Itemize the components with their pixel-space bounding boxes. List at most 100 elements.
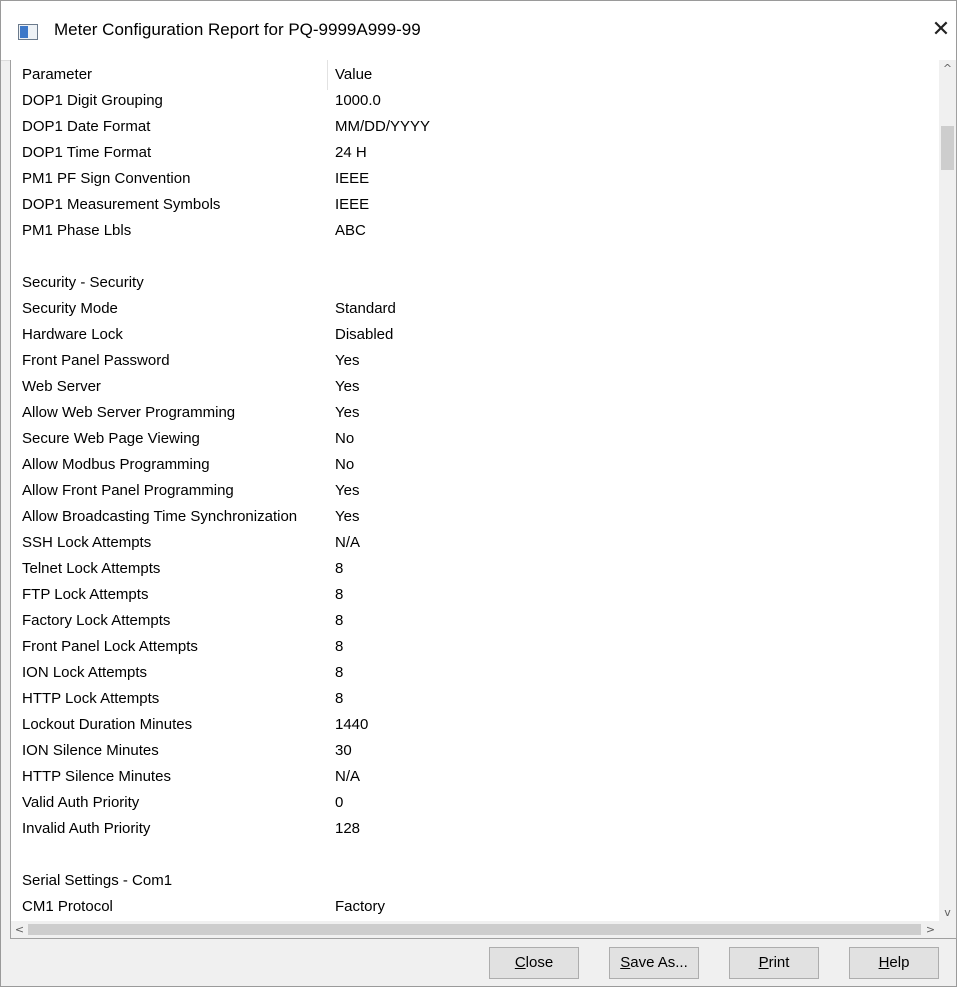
- table-row[interactable]: HTTP Lock Attempts 8: [11, 686, 939, 712]
- table-row[interactable]: Invalid Auth Priority 128: [11, 816, 939, 842]
- parameter-cell: Allow Broadcasting Time Synchronization: [22, 508, 298, 525]
- print-button-label: rint: [768, 954, 790, 971]
- report-dialog: Meter Configuration Report for PQ-9999A9…: [0, 0, 957, 987]
- parameter-cell: Allow Modbus Programming: [22, 456, 210, 473]
- value-cell: Yes: [335, 352, 360, 369]
- horizontal-scrollbar[interactable]: < >: [11, 921, 939, 938]
- table-row[interactable]: Serial Settings - Com1: [11, 868, 939, 894]
- table-row[interactable]: [11, 244, 939, 270]
- parameter-cell: Serial Settings - Com1: [22, 872, 173, 889]
- table-row[interactable]: Allow Front Panel Programming Yes: [11, 478, 939, 504]
- table-row[interactable]: Hardware Lock Disabled: [11, 322, 939, 348]
- table-row[interactable]: CM1 Protocol Factory: [11, 894, 939, 920]
- table-row[interactable]: DOP1 Time Format 24 H: [11, 140, 939, 166]
- parameter-cell: Telnet Lock Attempts: [22, 560, 161, 577]
- parameter-cell: DOP1 Digit Grouping: [22, 92, 163, 109]
- table-row[interactable]: ION Silence Minutes 30: [11, 738, 939, 764]
- parameter-cell: Invalid Auth Priority: [22, 820, 151, 837]
- print-button-mnemonic: P: [758, 954, 769, 971]
- parameter-cell: ION Silence Minutes: [22, 742, 159, 759]
- value-cell: 8: [335, 690, 344, 707]
- parameter-cell: Lockout Duration Minutes: [22, 716, 193, 733]
- scroll-left-icon[interactable]: <: [11, 921, 28, 938]
- table-row[interactable]: Allow Web Server Programming Yes: [11, 400, 939, 426]
- value-cell: Yes: [335, 508, 360, 525]
- table-row[interactable]: Web Server Yes: [11, 374, 939, 400]
- parameter-cell: Security - Security: [22, 274, 144, 291]
- column-header-value[interactable]: Value: [335, 62, 372, 88]
- parameter-cell: FTP Lock Attempts: [22, 586, 149, 603]
- help-button[interactable]: Help: [849, 947, 939, 979]
- title-bar[interactable]: Meter Configuration Report for PQ-9999A9…: [1, 1, 956, 61]
- table-row[interactable]: FTP Lock Attempts 8: [11, 582, 939, 608]
- table-row[interactable]: PM1 PF Sign Convention IEEE: [11, 166, 939, 192]
- value-cell: Factory: [335, 898, 386, 915]
- close-button[interactable]: Close: [489, 947, 579, 979]
- value-cell: N/A: [335, 534, 361, 551]
- table-row[interactable]: Factory Lock Attempts 8: [11, 608, 939, 634]
- value-cell: IEEE: [335, 196, 370, 213]
- column-divider[interactable]: [327, 60, 328, 90]
- help-button-mnemonic: H: [878, 954, 890, 971]
- scroll-right-icon[interactable]: >: [922, 921, 939, 938]
- print-button[interactable]: Print: [729, 947, 819, 979]
- table-row[interactable]: DOP1 Measurement Symbols IEEE: [11, 192, 939, 218]
- save-as-button[interactable]: Save As...: [609, 947, 699, 979]
- parameter-cell: PM1 Phase Lbls: [22, 222, 132, 239]
- value-cell: IEEE: [335, 170, 370, 187]
- table-row[interactable]: Valid Auth Priority 0: [11, 790, 939, 816]
- table-row[interactable]: Allow Modbus Programming No: [11, 452, 939, 478]
- table-row[interactable]: Telnet Lock Attempts 8: [11, 556, 939, 582]
- value-cell: 8: [335, 612, 344, 629]
- close-window-icon[interactable]: ✕: [929, 15, 953, 45]
- parameter-table[interactable]: Parameter Value DOP1 Digit Grouping 1000.…: [11, 60, 939, 920]
- table-row[interactable]: Secure Web Page Viewing No: [11, 426, 939, 452]
- value-cell: 1000.0: [335, 92, 381, 109]
- parameter-cell: ION Lock Attempts: [22, 664, 148, 681]
- table-header: Parameter Value: [11, 62, 939, 88]
- parameter-cell: Hardware Lock: [22, 326, 123, 343]
- value-cell: N/A: [335, 768, 361, 785]
- table-row[interactable]: Front Panel Password Yes: [11, 348, 939, 374]
- vertical-scroll-thumb[interactable]: [941, 126, 954, 170]
- table-row[interactable]: Security - Security: [11, 270, 939, 296]
- table-row[interactable]: DOP1 Digit Grouping 1000.0: [11, 88, 939, 114]
- value-cell: Yes: [335, 482, 360, 499]
- value-cell: ABC: [335, 222, 366, 239]
- parameter-cell: Front Panel Password: [22, 352, 170, 369]
- parameter-cell: DOP1 Date Format: [22, 118, 151, 135]
- value-cell: Disabled: [335, 326, 394, 343]
- column-header-parameter[interactable]: Parameter: [22, 62, 92, 88]
- parameter-cell: DOP1 Time Format: [22, 144, 152, 161]
- vertical-scrollbar[interactable]: ^ v: [939, 60, 956, 921]
- value-cell: MM/DD/YYYY: [335, 118, 431, 135]
- table-row[interactable]: Lockout Duration Minutes 1440: [11, 712, 939, 738]
- value-cell: 8: [335, 664, 344, 681]
- save-as-button-label: ave As...: [630, 954, 688, 971]
- table-row[interactable]: Security Mode Standard: [11, 296, 939, 322]
- value-cell: No: [335, 456, 355, 473]
- parameter-cell: PM1 PF Sign Convention: [22, 170, 191, 187]
- scroll-up-icon[interactable]: ^: [939, 60, 956, 77]
- scroll-down-icon[interactable]: v: [939, 904, 956, 921]
- table-row[interactable]: HTTP Silence Minutes N/A: [11, 764, 939, 790]
- value-cell: 8: [335, 638, 344, 655]
- table-row[interactable]: ION Lock Attempts 8: [11, 660, 939, 686]
- table-row[interactable]: [11, 842, 939, 868]
- parameter-cell: Allow Web Server Programming: [22, 404, 236, 421]
- table-row[interactable]: PM1 Phase Lbls ABC: [11, 218, 939, 244]
- table-row[interactable]: Front Panel Lock Attempts 8: [11, 634, 939, 660]
- horizontal-scroll-thumb[interactable]: [28, 924, 921, 935]
- value-cell: 1440: [335, 716, 369, 733]
- value-cell: No: [335, 430, 355, 447]
- app-window-icon: [18, 24, 38, 40]
- table-row[interactable]: Allow Broadcasting Time Synchronization Y…: [11, 504, 939, 530]
- table-row[interactable]: DOP1 Date Format MM/DD/YYYY: [11, 114, 939, 140]
- value-cell: 0: [335, 794, 344, 811]
- value-cell: Standard: [335, 300, 396, 317]
- help-button-label: elp: [889, 954, 910, 971]
- parameter-cell: Front Panel Lock Attempts: [22, 638, 198, 655]
- parameter-cell: Factory Lock Attempts: [22, 612, 171, 629]
- table-row[interactable]: SSH Lock Attempts N/A: [11, 530, 939, 556]
- scrollbar-corner: [939, 921, 956, 938]
